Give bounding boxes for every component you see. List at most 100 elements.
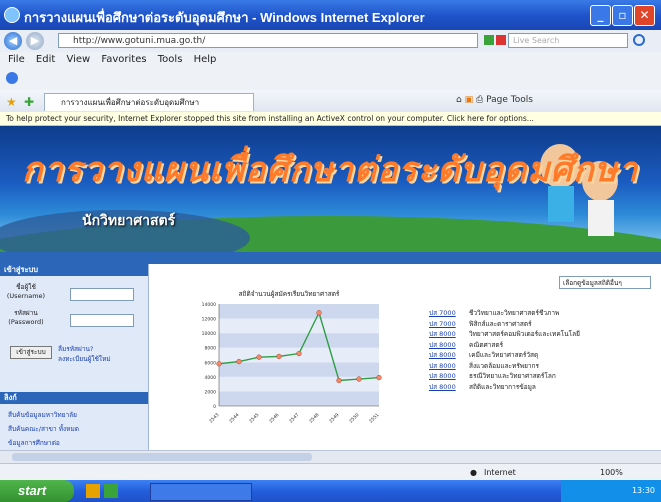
stop-icon[interactable] [496,35,506,45]
menu-file[interactable]: File [8,52,25,68]
status-bar: ● Internet 100% [0,463,661,481]
data-point [296,350,302,357]
menu-favorites[interactable]: Favorites [101,52,146,68]
legend-item[interactable]: ปส 8000 เคมีและวิทยาศาสตร์วัสดุ [429,350,649,361]
links-title: ลิงก์ [0,392,148,404]
favorites-star-icon[interactable]: ★ [6,95,17,109]
tools-menu[interactable]: Tools [511,95,533,105]
data-point [256,354,262,360]
left-sidebar: เข้าสู่ระบบ ชื่อผู้ใช้ (Username) รหัสผ่… [0,264,149,450]
chart-band [219,362,379,377]
menu-tools[interactable]: Tools [158,52,183,68]
legend-code-link[interactable]: ปส 8000 [429,382,469,392]
password-input[interactable] [70,314,134,327]
legend-text: คณิตศาสตร์ [469,340,504,349]
forgot-password-link[interactable]: ลืมรหัสผ่าน? [58,344,93,354]
legend-text: วิทยาศาสตร์คอมพิวเตอร์และเทคโนโลยี [469,330,580,338]
data-point [376,374,382,381]
tab-current[interactable]: การวางแผนเพื่อศึกษาต่อระดับอุดมศึกษา [44,93,254,111]
data-point [336,377,342,384]
feeds-icon[interactable]: ▣ [465,95,474,105]
register-link[interactable]: ลงทะเบียนผู้ใช้ใหม่ [58,354,111,364]
status-zoom[interactable]: 100% [600,464,623,481]
tab-bar: ★ ✚ การวางแผนเพื่อศึกษาต่อระดับอุดมศึกษา… [0,90,661,113]
chart-band [219,333,379,348]
taskbar-window-ie[interactable] [150,483,252,501]
clock: 13:30 [631,486,655,495]
sidebar-link-faculty[interactable]: สืบค้นคณะ/สาขา ทั้งหมด [8,424,79,434]
data-point [356,376,362,382]
data-point [316,310,322,316]
legend-item[interactable]: ปส 8000 คณิตศาสตร์ [429,340,649,351]
menu-bar: File Edit View Favorites Tools Help [0,52,661,68]
page-menu[interactable]: Page [486,95,508,105]
minimize-button[interactable]: _ [590,5,611,26]
globe-icon: ● [470,468,477,477]
information-bar[interactable]: To help protect your security, Internet … [0,112,661,126]
legend-code-link[interactable]: ปส 7000 [429,308,469,318]
legend-text: สถิติและวิทยาการข้อมูล [469,382,536,391]
horizontal-scrollbar[interactable] [0,450,661,464]
menu-edit[interactable]: Edit [36,52,55,68]
chart-title: สถิติจำนวนผู้สมัครเรียนวิทยาศาสตร์ [239,290,340,298]
print-icon[interactable]: ⎙ [476,95,483,105]
y-tick-label: 14000 [202,302,216,308]
legend-code-link[interactable]: ปส 8000 [429,329,469,339]
legend-item[interactable]: ปส 7000 ฟิสิกส์และดาราศาสตร์ [429,319,649,330]
legend-text: ฟิสิกส์และดาราศาสตร์ [469,319,532,328]
login-button[interactable]: เข้าสู่ระบบ [10,346,52,359]
search-input[interactable]: Live Search [508,33,628,48]
quicklaunch-icon[interactable] [104,484,118,498]
statistics-dropdown[interactable]: เลือกดูข้อมูลสถิติอื่นๆ [559,276,651,289]
chart-band [219,318,379,334]
login-title: เข้าสู่ระบบ [0,264,148,276]
legend-code-link[interactable]: ปส 8000 [429,350,469,360]
back-button[interactable]: ◀ [4,32,22,50]
close-button[interactable]: ✕ [634,5,655,26]
start-button[interactable]: start [0,480,74,502]
taskbar: start 13:30 [0,480,661,502]
x-tick-label: 2545 [248,412,260,424]
legend-text: สิ่งแวดล้อมและทรัพยากร [469,361,539,370]
maximize-button[interactable]: ▫ [612,5,633,26]
sidebar-link-university[interactable]: สืบค้นข้อมูลมหาวิทยาลัย [8,410,77,420]
legend-item[interactable]: ปส 8000 ธรณีวิทยาและวิทยาศาสตร์โลก [429,371,649,382]
system-tray: 13:30 [561,480,661,502]
refresh-icon[interactable] [484,35,494,45]
legend-text: เคมีและวิทยาศาสตร์วัสดุ [469,351,539,359]
menu-view[interactable]: View [66,52,90,68]
legend-item[interactable]: ปส 7000 ชีววิทยาและวิทยาศาสตร์ชีวภาพ [429,308,649,319]
data-point [276,353,282,360]
quicklaunch-icon[interactable] [86,484,100,498]
main-content: เลือกดูข้อมูลสถิติอื่นๆ สถิติจำนวนผู้สมั… [149,264,661,450]
search-icon[interactable] [633,34,645,46]
links-icon[interactable] [6,72,18,84]
username-input[interactable] [70,288,134,301]
window-titlebar[interactable]: การวางแผนเพื่อศึกษาต่อระดับอุดมศึกษา - W… [0,0,661,30]
legend-code-link[interactable]: ปส 7000 [429,319,469,329]
line-chart: สถิติจำนวนผู้สมัครเรียนวิทยาศาสตร์ 0 2000… [202,290,382,425]
legend-text: ธรณีวิทยาและวิทยาศาสตร์โลก [469,372,556,380]
x-tick-label: 2550 [348,412,360,424]
legend-item[interactable]: ปส 8000 วิทยาศาสตร์คอมพิวเตอร์และเทคโนโลย… [429,329,649,340]
legend-code-link[interactable]: ปส 8000 [429,371,469,381]
sidebar-link-info[interactable]: ข้อมูลการศึกษาต่อ [8,438,60,448]
chart-band [219,304,379,319]
ie-logo-icon [4,7,20,23]
url-input[interactable]: http://www.gotuni.mua.go.th/ [58,33,478,48]
y-tick-label: 4000 [205,375,217,381]
home-icon[interactable]: ⌂ [456,95,462,105]
x-tick-label: 2546 [268,412,280,424]
menu-help[interactable]: Help [194,52,217,68]
site-banner: การวางแผนเพื่อศึกษาต่อระดับอุดมศึกษา นัก… [0,126,661,252]
x-tick-label: 2543 [208,412,220,424]
scrollbar-thumb[interactable] [12,453,312,461]
legend-code-link[interactable]: ปส 8000 [429,340,469,350]
username-label: ชื่อผู้ใช้ (Username) [6,283,46,300]
add-favorites-icon[interactable]: ✚ [24,95,34,109]
legend-code-link[interactable]: ปส 8000 [429,361,469,371]
legend-item[interactable]: ปส 8000 สถิติและวิทยาการข้อมูล [429,382,649,393]
breadcrumb [0,252,661,264]
forward-button[interactable]: ▶ [26,32,44,50]
legend-item[interactable]: ปส 8000 สิ่งแวดล้อมและทรัพยากร [429,361,649,372]
